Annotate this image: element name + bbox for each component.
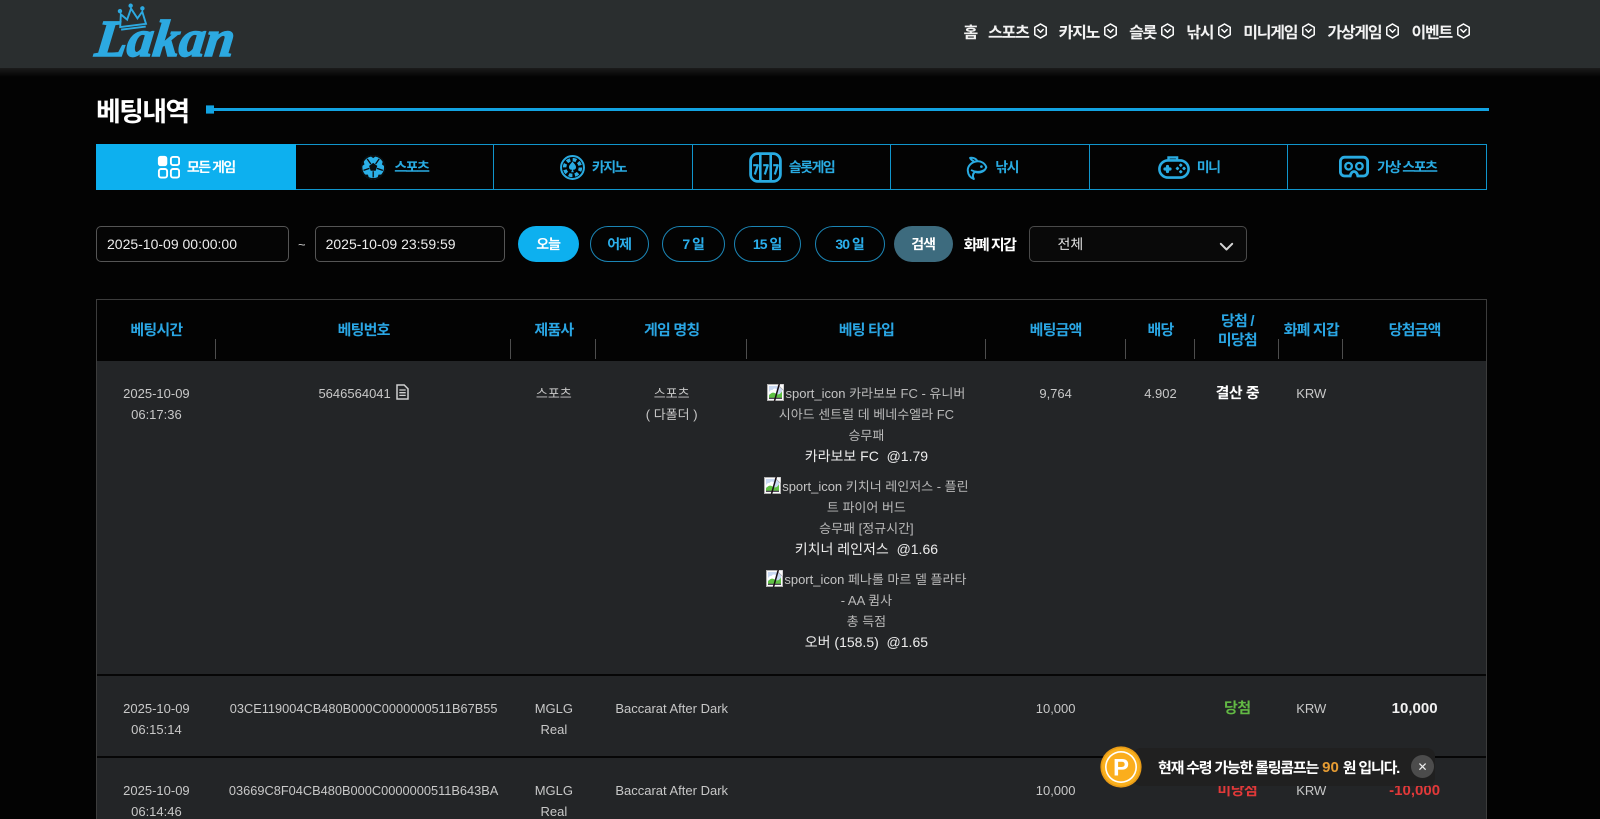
svg-text:P: P — [1113, 755, 1129, 782]
